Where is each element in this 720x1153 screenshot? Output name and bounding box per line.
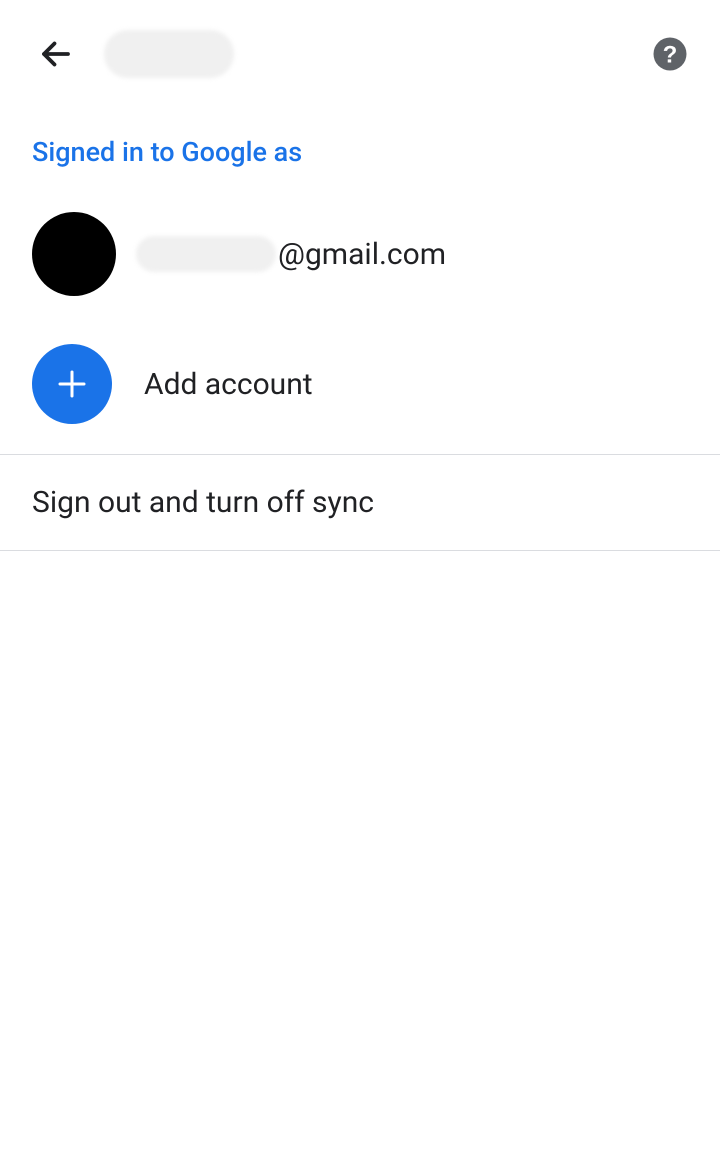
svg-text:?: ?: [663, 41, 678, 68]
back-arrow-icon: [38, 36, 74, 72]
sign-out-row[interactable]: Sign out and turn off sync: [0, 455, 720, 550]
help-button[interactable]: ?: [652, 36, 688, 72]
help-icon: ?: [652, 36, 688, 72]
account-email: @gmail.com: [136, 236, 446, 272]
avatar: [32, 212, 116, 296]
plus-icon: [54, 366, 90, 402]
divider: [0, 550, 720, 551]
add-account-row[interactable]: Add account: [0, 320, 720, 454]
email-redacted: [136, 236, 276, 272]
title-redacted: [104, 30, 234, 78]
add-icon-circle: [32, 344, 112, 424]
page-title: [104, 30, 652, 78]
email-suffix: @gmail.com: [278, 237, 446, 272]
account-row[interactable]: @gmail.com: [0, 188, 720, 320]
add-account-label: Add account: [144, 367, 313, 402]
header: ?: [0, 0, 720, 108]
back-button[interactable]: [32, 30, 80, 78]
section-heading: Signed in to Google as: [0, 108, 720, 188]
